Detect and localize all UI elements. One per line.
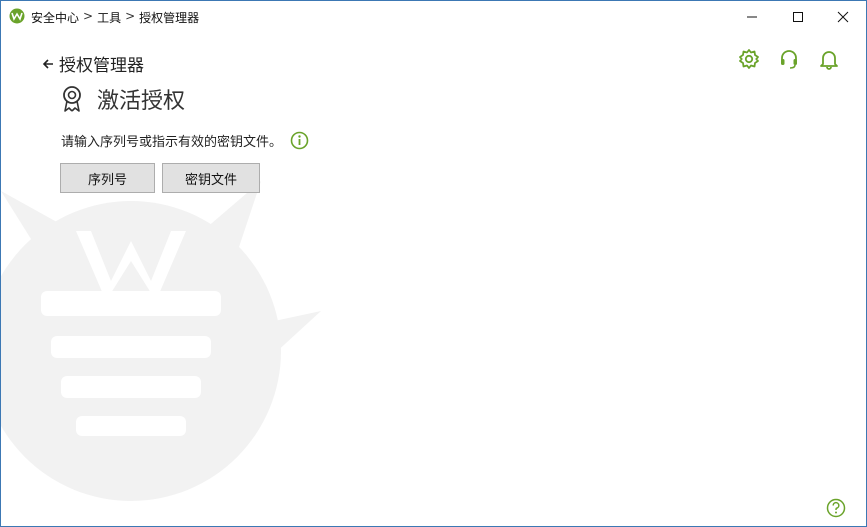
instruction-text: 请输入序列号或指示有效的密钥文件。 [61, 135, 283, 150]
breadcrumb: 安全中心 > 工具 > 授权管理器 [31, 9, 199, 26]
back-link[interactable]: 授权管理器 [41, 51, 144, 76]
close-button[interactable] [820, 1, 866, 32]
page-title: 激活授权 [97, 89, 186, 114]
question-icon[interactable] [826, 498, 846, 518]
breadcrumb-separator: > [83, 9, 94, 23]
maximize-icon [793, 11, 803, 22]
breadcrumb-item-security-center[interactable]: 安全中心 [31, 9, 79, 26]
bell-icon[interactable] [818, 48, 840, 70]
info-icon[interactable] [290, 131, 309, 150]
breadcrumb-separator: > [125, 9, 136, 23]
close-icon [837, 11, 849, 22]
app-window: 安全中心 > 工具 > 授权管理器 授权管理器 激活授权 请输入序列号或指示有效… [0, 0, 867, 527]
gear-icon[interactable] [738, 48, 760, 70]
page-header: 激活授权 [59, 83, 185, 115]
award-ribbon-icon [63, 86, 81, 112]
breadcrumb-item-tools[interactable]: 工具 [97, 9, 121, 26]
activation-buttons: 序列号 密钥文件 [60, 163, 260, 193]
minimize-icon [747, 16, 757, 17]
breadcrumb-item-license-manager: 授权管理器 [139, 11, 200, 25]
minimize-button[interactable] [729, 1, 775, 32]
dr-web-spider-icon [9, 8, 25, 24]
headset-icon[interactable] [778, 48, 800, 70]
instruction-row: 请输入序列号或指示有效的密钥文件。 [61, 131, 309, 150]
maximize-button[interactable] [775, 1, 821, 32]
back-link-label: 授权管理器 [59, 56, 144, 76]
title-bar: 安全中心 > 工具 > 授权管理器 [1, 1, 866, 32]
key-file-button[interactable]: 密钥文件 [162, 163, 260, 193]
arrow-left-icon [42, 58, 53, 69]
header-icons [738, 48, 840, 70]
serial-number-button[interactable]: 序列号 [60, 163, 155, 193]
